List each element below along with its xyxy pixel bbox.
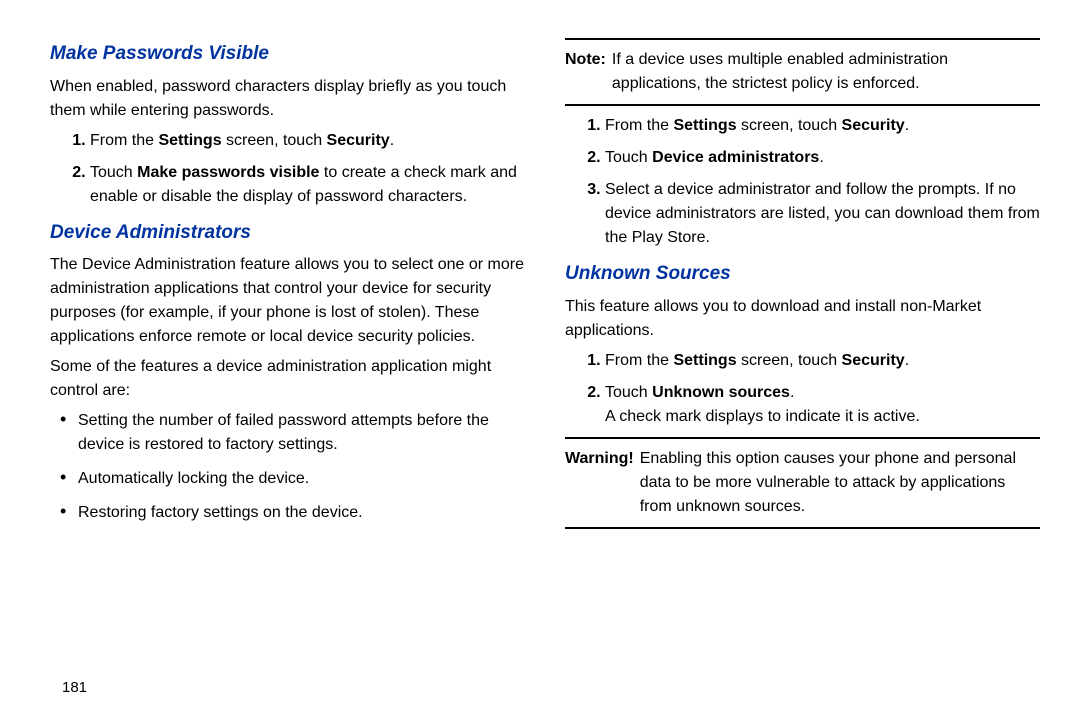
list-item: Restoring factory settings on the device… — [78, 501, 525, 525]
heading-make-passwords-visible: Make Passwords Visible — [50, 40, 525, 69]
divider — [565, 38, 1040, 40]
divider — [565, 437, 1040, 439]
steps-list: From the Settings screen, touch Security… — [565, 114, 1040, 250]
list-item: Touch Device administrators. — [605, 146, 1040, 170]
heading-device-administrators: Device Administrators — [50, 219, 525, 248]
note-block: Note: If a device uses multiple enabled … — [565, 48, 1040, 96]
paragraph: The Device Administration feature allows… — [50, 253, 525, 349]
warning-block: Warning! Enabling this option causes you… — [565, 447, 1040, 519]
page-number: 181 — [62, 679, 87, 696]
bullet-list: Setting the number of failed password at… — [50, 409, 525, 525]
list-item: From the Settings screen, touch Security… — [90, 129, 525, 153]
paragraph: This feature allows you to download and … — [565, 295, 1040, 343]
divider — [565, 527, 1040, 529]
note-text: If a device uses multiple enabled admini… — [612, 48, 1040, 96]
manual-page: Make Passwords Visible When enabled, pas… — [0, 0, 1080, 720]
divider — [565, 104, 1040, 106]
list-item: Touch Make passwords visible to create a… — [90, 161, 525, 209]
list-item: Select a device administrator and follow… — [605, 178, 1040, 250]
right-column: Note: If a device uses multiple enabled … — [565, 30, 1040, 700]
list-item: Automatically locking the device. — [78, 467, 525, 491]
left-column: Make Passwords Visible When enabled, pas… — [50, 30, 525, 700]
list-item: Touch Unknown sources. A check mark disp… — [605, 381, 1040, 429]
warning-label: Warning! — [565, 447, 634, 519]
note-label: Note: — [565, 48, 606, 96]
list-item: Setting the number of failed password at… — [78, 409, 525, 457]
list-item: From the Settings screen, touch Security… — [605, 349, 1040, 373]
steps-list: From the Settings screen, touch Security… — [50, 129, 525, 209]
step-note: A check mark displays to indicate it is … — [605, 405, 1040, 429]
paragraph: Some of the features a device administra… — [50, 355, 525, 403]
warning-text: Enabling this option causes your phone a… — [640, 447, 1040, 519]
heading-unknown-sources: Unknown Sources — [565, 260, 1040, 289]
list-item: From the Settings screen, touch Security… — [605, 114, 1040, 138]
steps-list: From the Settings screen, touch Security… — [565, 349, 1040, 429]
paragraph: When enabled, password characters displa… — [50, 75, 525, 123]
